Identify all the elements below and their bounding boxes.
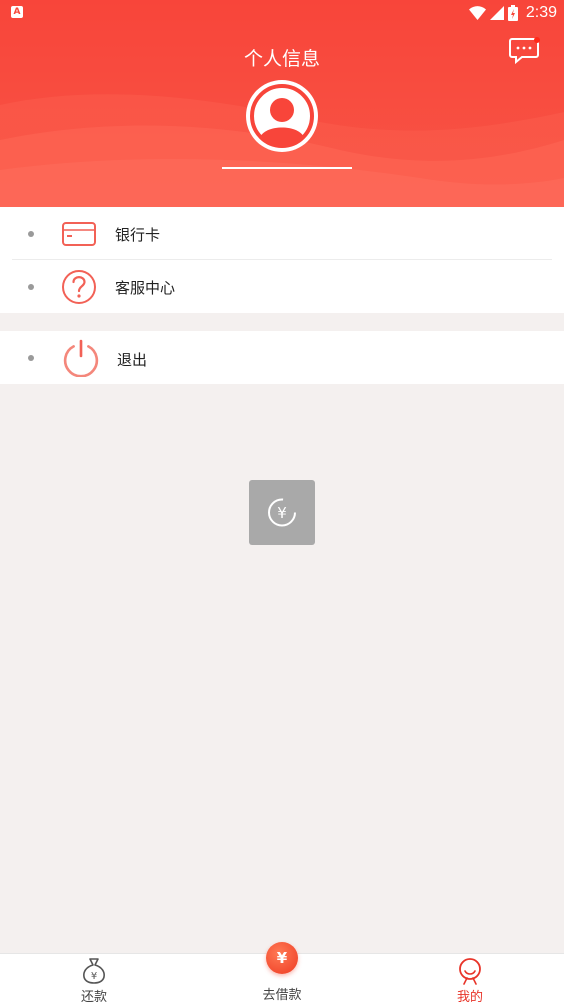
- bullet-dot: [28, 355, 34, 361]
- chat-bubble-icon: [509, 37, 540, 65]
- menu-item-customer-service[interactable]: 客服中心: [0, 260, 564, 313]
- bullet-dot: [28, 231, 34, 237]
- battery-icon: [507, 5, 518, 21]
- bank-card-icon: [62, 222, 96, 246]
- notification-app-icon: A: [11, 6, 23, 18]
- person-icon: [459, 958, 481, 985]
- tab-repay[interactable]: ¥ 还款: [34, 954, 154, 1002]
- page-title: 个人信息: [243, 48, 320, 70]
- menu-item-bank-card[interactable]: 银行卡: [0, 207, 564, 260]
- profile-header: A 2:39 个人信息: [0, 0, 564, 207]
- tab-label: 还款: [80, 990, 107, 1002]
- loading-indicator: ¥: [249, 480, 315, 545]
- status-indicators: 2:39: [468, 3, 557, 23]
- user-silhouette-icon: [250, 84, 314, 148]
- status-bar: A 2:39: [0, 0, 564, 26]
- wifi-icon: [468, 6, 486, 20]
- tab-borrow[interactable]: ¥ 去借款: [222, 942, 342, 1002]
- tab-label: 去借款: [262, 988, 302, 1002]
- bottom-tab-bar: ¥ 还款 ¥ 去借款 我的: [0, 942, 564, 1002]
- menu-item-label: 客服中心: [115, 279, 176, 297]
- yen-coin-icon: ¥: [266, 942, 298, 974]
- svg-text:¥: ¥: [91, 971, 97, 982]
- logout-label: 退出: [117, 351, 148, 369]
- message-button[interactable]: [508, 36, 542, 66]
- bullet-dot: [28, 284, 34, 290]
- loading-yen-symbol: ¥: [277, 504, 287, 522]
- avatar[interactable]: [246, 80, 318, 152]
- tab-mine[interactable]: 我的: [410, 954, 530, 1002]
- money-bag-icon: ¥: [83, 958, 105, 984]
- username-underline: [222, 167, 352, 169]
- status-time: 2:39: [525, 4, 557, 21]
- menu-group-logout: 退出: [0, 331, 564, 384]
- logout-button[interactable]: 退出: [0, 331, 564, 384]
- question-circle-icon: [62, 270, 96, 304]
- tab-label: 我的: [456, 990, 483, 1002]
- loading-yen-spinner-icon: ¥: [268, 498, 296, 527]
- menu-item-label: 银行卡: [115, 226, 161, 244]
- menu-group-main: 银行卡 客服中心: [0, 207, 564, 313]
- cell-signal-icon: [489, 6, 504, 20]
- power-icon: [63, 339, 99, 377]
